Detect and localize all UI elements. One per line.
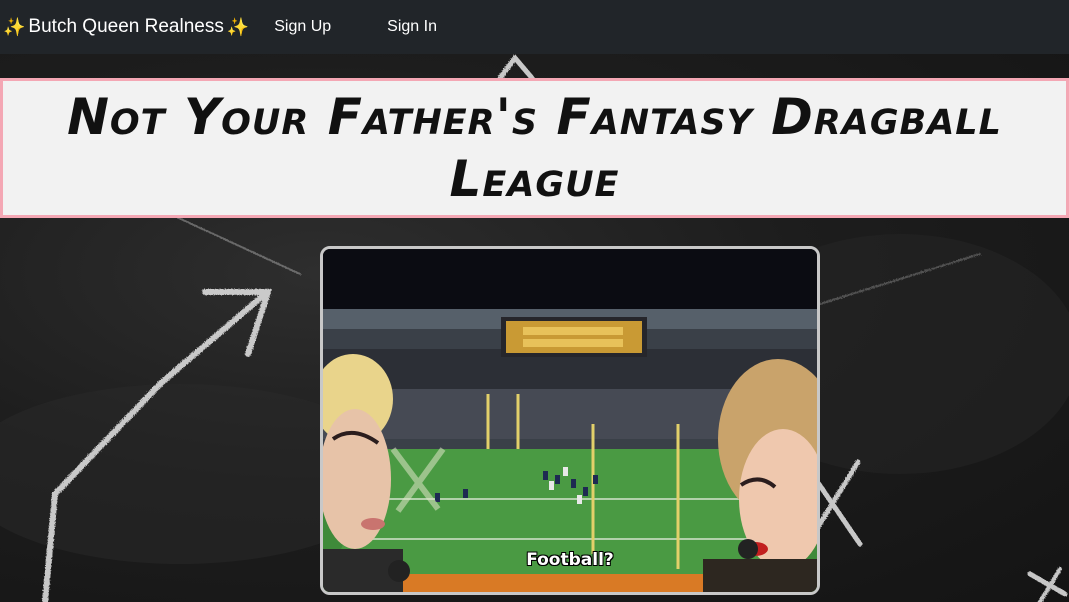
media-frame: Football? <box>320 246 820 595</box>
sign-in-link[interactable]: Sign In <box>387 18 437 36</box>
sparkle-icon: ✨ <box>226 16 250 37</box>
brand-link[interactable]: ✨ Butch Queen Realness ✨ <box>0 16 252 38</box>
navbar: ✨ Butch Queen Realness ✨ Sign Up Sign In <box>0 0 1069 54</box>
page-title: Not Your Father's Fantasy Dragball Leagu… <box>67 88 1002 208</box>
stadium-image <box>323 249 817 592</box>
sparkle-icon: ✨ <box>3 16 26 37</box>
sign-up-link[interactable]: Sign Up <box>274 18 331 36</box>
title-banner: Not Your Father's Fantasy Dragball Leagu… <box>0 78 1069 218</box>
gif-caption: Football? <box>526 550 614 570</box>
brand-label: Butch Queen Realness <box>28 16 224 37</box>
